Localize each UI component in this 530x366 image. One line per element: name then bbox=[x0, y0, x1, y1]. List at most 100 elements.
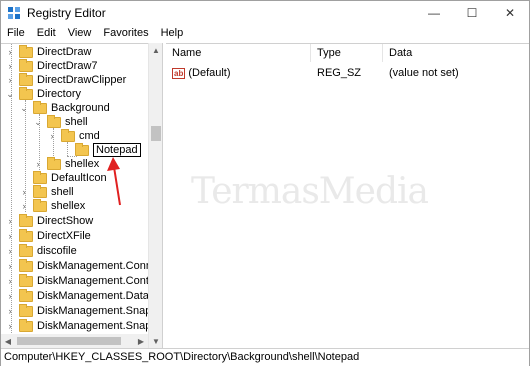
red-arrow-annotation bbox=[107, 157, 121, 206]
column-header-type[interactable]: Type bbox=[311, 44, 383, 62]
tree-item-directdraw[interactable]: › DirectDraw bbox=[5, 44, 92, 59]
expand-arrow-icon[interactable]: › bbox=[5, 276, 15, 286]
tree-item-label: shellex bbox=[65, 158, 100, 170]
tree-item-label: DirectDraw7 bbox=[37, 60, 98, 72]
expand-arrow-icon[interactable]: › bbox=[5, 61, 15, 71]
menu-bar: File Edit View Favorites Help bbox=[1, 25, 529, 43]
value-data: (value not set) bbox=[389, 67, 459, 79]
status-bar-path: Computer\HKEY_CLASSES_ROOT\Directory\Bac… bbox=[1, 348, 529, 366]
folder-icon bbox=[19, 228, 33, 242]
folder-icon bbox=[19, 213, 33, 227]
tree-item-diskmanagement-snapina[interactable]: › DiskManagement.SnapInA bbox=[5, 318, 162, 333]
expand-arrow-icon[interactable]: › bbox=[47, 131, 57, 141]
column-header-data[interactable]: Data bbox=[383, 44, 529, 62]
expand-arrow-icon[interactable]: › bbox=[33, 159, 43, 169]
tree-item-label: cmd bbox=[79, 130, 100, 142]
scroll-thumb[interactable] bbox=[151, 126, 161, 141]
close-button[interactable]: ✕ bbox=[493, 1, 527, 25]
string-value-icon: ab bbox=[172, 67, 186, 79]
tree-item-diskmanagement-dataobj[interactable]: › DiskManagement.DataObj bbox=[5, 288, 163, 303]
folder-icon bbox=[75, 142, 89, 156]
folder-icon bbox=[33, 170, 47, 184]
collapse-arrow-icon[interactable]: ⌄ bbox=[5, 89, 15, 100]
expand-arrow-icon[interactable]: › bbox=[5, 246, 15, 256]
expand-arrow-icon[interactable]: › bbox=[19, 201, 29, 211]
window-title: Registry Editor bbox=[27, 6, 106, 20]
expand-arrow-icon[interactable]: › bbox=[5, 321, 15, 331]
expand-arrow-icon[interactable]: › bbox=[5, 75, 15, 85]
value-name: (Default) bbox=[188, 67, 231, 79]
tree-item-directory[interactable]: ⌄ Directory bbox=[5, 86, 82, 101]
folder-icon bbox=[19, 318, 33, 332]
expand-arrow-icon[interactable]: › bbox=[5, 216, 15, 226]
tree-item-label: DirectXFile bbox=[37, 230, 91, 242]
tree-item-notepad[interactable]: Notepad bbox=[61, 142, 141, 157]
menu-favorites[interactable]: Favorites bbox=[97, 25, 154, 43]
tree-item-label: DirectDrawClipper bbox=[37, 74, 127, 86]
folder-icon bbox=[33, 100, 47, 114]
tree-item-label: DirectShow bbox=[37, 215, 94, 227]
minimize-button[interactable]: — bbox=[417, 1, 451, 25]
scroll-down-arrow-icon[interactable]: ▼ bbox=[149, 334, 163, 348]
tree-item-diskmanagement-control[interactable]: › DiskManagement.Control bbox=[5, 273, 162, 288]
collapse-arrow-icon[interactable]: ⌄ bbox=[33, 117, 43, 128]
scroll-right-arrow-icon[interactable]: ▶ bbox=[134, 334, 148, 348]
tree-item-label: Directory bbox=[37, 88, 82, 100]
folder-icon bbox=[19, 303, 33, 317]
tree-item-shellex[interactable]: › shellex bbox=[33, 156, 100, 171]
menu-view[interactable]: View bbox=[62, 25, 98, 43]
column-header-name[interactable]: Name bbox=[166, 44, 311, 62]
folder-icon bbox=[19, 243, 33, 257]
folder-icon bbox=[19, 72, 33, 86]
folder-icon bbox=[19, 86, 33, 100]
scroll-up-arrow-icon[interactable]: ▲ bbox=[149, 43, 163, 57]
menu-file[interactable]: File bbox=[1, 25, 31, 43]
registry-editor-window: Registry Editor — ☐ ✕ File Edit View Fav… bbox=[0, 0, 530, 366]
expand-arrow-icon[interactable]: › bbox=[19, 187, 29, 197]
tree-item-label: discofile bbox=[37, 245, 77, 257]
expand-arrow-icon[interactable]: › bbox=[5, 291, 15, 301]
value-row-default[interactable]: ab (Default) bbox=[172, 65, 231, 81]
tree-item-discofile[interactable]: › discofile bbox=[5, 243, 77, 258]
title-bar: Registry Editor — ☐ ✕ bbox=[1, 1, 529, 25]
collapse-arrow-icon[interactable]: ⌄ bbox=[19, 103, 29, 114]
folder-icon bbox=[19, 273, 33, 287]
folder-icon bbox=[33, 184, 47, 198]
scroll-left-arrow-icon[interactable]: ◀ bbox=[1, 334, 15, 348]
tree-item-label: shell bbox=[65, 116, 88, 128]
tree-item-label: DiskManagement.DataObj bbox=[37, 290, 163, 302]
tree-item-diskmanagement-snapin[interactable]: › DiskManagement.SnapIn bbox=[5, 303, 161, 318]
tree-item-label: DiskManagement.Control bbox=[37, 275, 162, 287]
registry-tree[interactable]: › DirectDraw › DirectDraw7 › DirectDrawC… bbox=[1, 43, 163, 348]
tree-item-directshow[interactable]: › DirectShow bbox=[5, 213, 94, 228]
scroll-thumb[interactable] bbox=[17, 337, 121, 345]
folder-icon bbox=[19, 288, 33, 302]
tree-horizontal-scrollbar[interactable]: ◀ ▶ bbox=[1, 334, 148, 348]
tree-item-directdraw7[interactable]: › DirectDraw7 bbox=[5, 58, 98, 73]
tree-item-shell-2[interactable]: › shell bbox=[19, 184, 74, 199]
folder-icon bbox=[19, 58, 33, 72]
expand-arrow-icon[interactable]: › bbox=[5, 231, 15, 241]
tree-item-label: DiskManagement.SnapIn bbox=[37, 305, 161, 317]
tree-item-directdrawclipper[interactable]: › DirectDrawClipper bbox=[5, 72, 127, 87]
tree-item-defaulticon[interactable]: DefaultIcon bbox=[19, 170, 107, 185]
expand-arrow-icon[interactable]: › bbox=[5, 47, 15, 57]
menu-edit[interactable]: Edit bbox=[31, 25, 62, 43]
tree-item-label: shell bbox=[51, 186, 74, 198]
tree-item-background[interactable]: ⌄ Background bbox=[19, 100, 110, 115]
folder-icon bbox=[61, 128, 75, 142]
tree-item-shellex-2[interactable]: › shellex bbox=[19, 198, 86, 213]
tree-item-directxfile[interactable]: › DirectXFile bbox=[5, 228, 91, 243]
expand-arrow-icon[interactable]: › bbox=[5, 261, 15, 271]
tree-item-label: DirectDraw bbox=[37, 46, 92, 58]
watermark: TermasMedia bbox=[191, 171, 429, 212]
tree-item-cmd[interactable]: › cmd bbox=[47, 128, 100, 143]
expand-arrow-icon[interactable]: › bbox=[5, 306, 15, 316]
maximize-button[interactable]: ☐ bbox=[455, 1, 489, 25]
tree-item-diskmanagement-connect[interactable]: › DiskManagement.Connect bbox=[5, 258, 162, 273]
tree-item-label: shellex bbox=[51, 200, 86, 212]
tree-vertical-scrollbar[interactable]: ▲ ▼ bbox=[148, 43, 162, 348]
tree-item-shell[interactable]: ⌄ shell bbox=[33, 114, 88, 129]
menu-help[interactable]: Help bbox=[155, 25, 190, 43]
folder-icon bbox=[19, 258, 33, 272]
